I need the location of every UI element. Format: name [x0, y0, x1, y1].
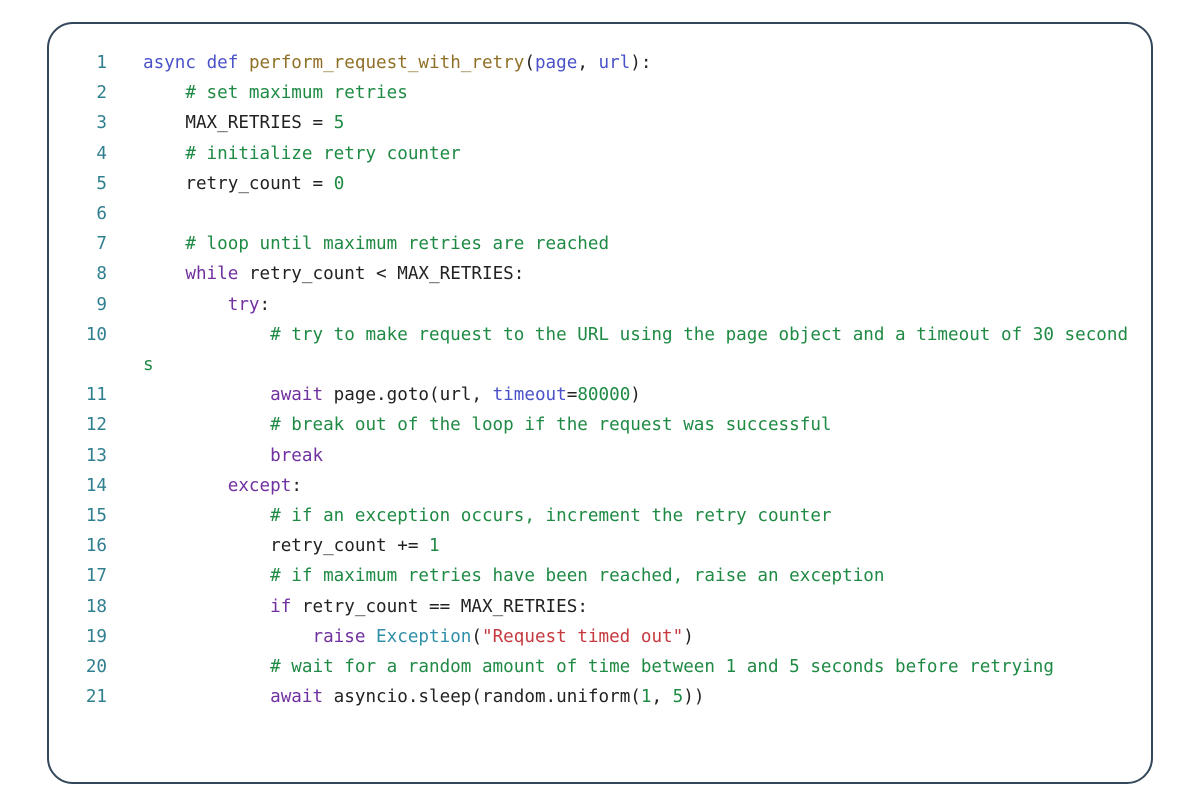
line-number: 17 — [85, 566, 107, 587]
code-line: 14 except: — [49, 471, 1137, 501]
code-line: 17 # if maximum retries have been reache… — [49, 561, 1137, 591]
code-line: 1 async def perform_request_with_retry(pa… — [49, 48, 1137, 78]
code-line: 7 # loop until maximum retries are reach… — [49, 229, 1137, 259]
code-line-text[interactable]: while retry_count < MAX_RETRIES: — [107, 259, 1137, 289]
code-line-text[interactable]: await asyncio.sleep(random.uniform(1, 5)… — [107, 682, 1137, 712]
line-number: 20 — [85, 657, 107, 678]
line-number: 5 — [96, 173, 107, 194]
code-line-text[interactable]: break — [107, 441, 1137, 471]
code-line-text[interactable]: MAX_RETRIES = 5 — [107, 108, 1137, 138]
code-line: 9 try: — [49, 290, 1137, 320]
code-line-text[interactable]: if retry_count == MAX_RETRIES: — [107, 592, 1137, 622]
line-number: 9 — [96, 294, 107, 315]
code-line-text[interactable]: raise Exception("Request timed out") — [107, 622, 1137, 652]
line-number: 2 — [96, 83, 107, 104]
code-line: 3 MAX_RETRIES = 5 — [49, 108, 1137, 138]
line-number: 14 — [85, 475, 107, 496]
line-number: 8 — [96, 264, 107, 285]
code-listing[interactable]: 1 async def perform_request_with_retry(pa… — [49, 48, 1151, 712]
code-line-text[interactable]: try: — [107, 290, 1137, 320]
code-line-text[interactable]: # loop until maximum retries are reached — [107, 229, 1137, 259]
code-line-text[interactable]: # set maximum retries — [107, 78, 1137, 108]
line-number: 11 — [85, 385, 107, 406]
line-number: 3 — [96, 113, 107, 134]
code-line-text[interactable]: retry_count += 1 — [107, 531, 1137, 561]
line-number: 13 — [85, 445, 107, 466]
code-line: 18 if retry_count == MAX_RETRIES: — [49, 592, 1137, 622]
code-line: 2 # set maximum retries — [49, 78, 1137, 108]
line-number: 18 — [85, 596, 107, 617]
code-line: 19 raise Exception("Request timed out") — [49, 622, 1137, 652]
code-line: 16 retry_count += 1 — [49, 531, 1137, 561]
code-line: 15 # if an exception occurs, increment t… — [49, 501, 1137, 531]
code-block-card: 1 async def perform_request_with_retry(pa… — [47, 22, 1153, 784]
code-line-text[interactable]: # initialize retry counter — [107, 139, 1137, 169]
code-line: 10 # try to make request to the URL usin… — [49, 320, 1137, 380]
code-line: 6 — [49, 199, 1137, 229]
line-number: 19 — [85, 626, 107, 647]
code-line-text[interactable]: # break out of the loop if the request w… — [107, 410, 1137, 440]
line-number: 10 — [85, 324, 107, 345]
code-line-text[interactable]: # if maximum retries have been reached, … — [107, 561, 1137, 591]
code-line: 5 retry_count = 0 — [49, 169, 1137, 199]
code-line-text[interactable]: async def perform_request_with_retry(pag… — [107, 48, 1137, 78]
code-line-text[interactable]: # try to make request to the URL using t… — [107, 320, 1137, 380]
code-line: 20 # wait for a random amount of time be… — [49, 652, 1137, 682]
code-line-text[interactable]: await page.goto(url, timeout=80000) — [107, 380, 1137, 410]
line-number: 16 — [85, 536, 107, 557]
code-line: 8 while retry_count < MAX_RETRIES: — [49, 259, 1137, 289]
code-line: 11 await page.goto(url, timeout=80000) — [49, 380, 1137, 410]
line-number: 4 — [96, 143, 107, 164]
line-number: 12 — [85, 415, 107, 436]
code-line: 4 # initialize retry counter — [49, 139, 1137, 169]
code-line: 21 await asyncio.sleep(random.uniform(1,… — [49, 682, 1137, 712]
line-number: 21 — [85, 687, 107, 708]
code-line-text[interactable]: except: — [107, 471, 1137, 501]
code-line: 13 break — [49, 441, 1137, 471]
line-number: 7 — [96, 234, 107, 255]
line-number: 1 — [96, 53, 107, 73]
line-number: 6 — [96, 204, 107, 225]
code-line-text[interactable]: # wait for a random amount of time betwe… — [107, 652, 1137, 682]
code-line: 12 # break out of the loop if the reques… — [49, 410, 1137, 440]
code-line-text[interactable]: # if an exception occurs, increment the … — [107, 501, 1137, 531]
code-line-text[interactable] — [107, 199, 1137, 229]
code-line-text[interactable]: retry_count = 0 — [107, 169, 1137, 199]
line-number: 15 — [85, 506, 107, 527]
